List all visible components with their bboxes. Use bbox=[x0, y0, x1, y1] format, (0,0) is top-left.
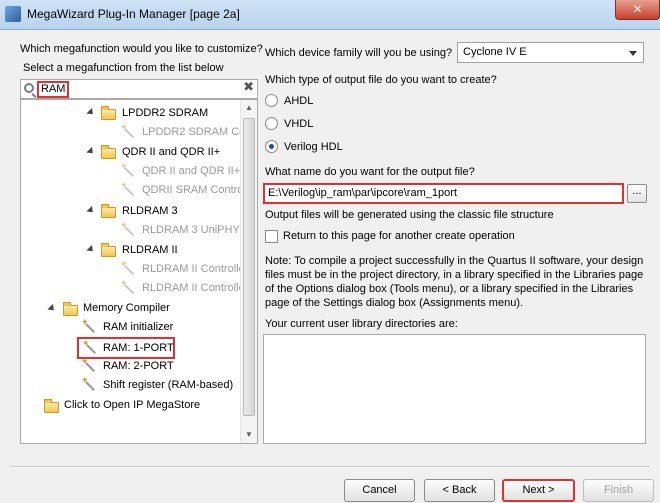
tree-item-rldram2-controller-2[interactable]: RLDRAM II Controller bbox=[142, 282, 248, 294]
cancel-button[interactable]: Cancel bbox=[344, 479, 415, 502]
device-family-select[interactable]: Cyclone IV E bbox=[457, 42, 644, 63]
clear-search-icon[interactable]: ✖ bbox=[243, 80, 254, 95]
wand-icon bbox=[120, 162, 135, 179]
app-icon bbox=[5, 6, 21, 22]
megafunction-question: Which megafunction would you like to cus… bbox=[20, 43, 263, 55]
megafunction-tree[interactable]: LPDDR2 SDRAM LPDDR2 SDRAM Cont QDR II an… bbox=[20, 99, 258, 444]
wand-icon bbox=[120, 181, 135, 198]
wand-icon bbox=[120, 260, 135, 277]
folder-icon bbox=[101, 106, 116, 120]
tree-item-memory-compiler[interactable]: Memory Compiler bbox=[83, 302, 170, 314]
radio-ahdl[interactable] bbox=[265, 94, 278, 107]
library-directories-list[interactable] bbox=[263, 334, 646, 444]
tree-item-qdr[interactable]: QDR II and QDR II+ bbox=[122, 146, 220, 158]
device-family-label: Which device family will you be using? bbox=[265, 47, 453, 59]
tree-item-qdr-controller[interactable]: QDR II and QDR II+ bbox=[142, 165, 240, 177]
tree-item-rldram3[interactable]: RLDRAM 3 bbox=[122, 205, 178, 217]
wand-icon bbox=[120, 221, 135, 238]
tree-item-rldram3-uniphy[interactable]: RLDRAM 3 UniPHY v1 bbox=[142, 224, 254, 236]
output-file-input[interactable]: E:\Verilog\ip_ram\par\ipcore\ram_1port bbox=[263, 183, 624, 204]
dropdown-arrow-icon bbox=[629, 51, 637, 56]
scroll-thumb[interactable] bbox=[243, 118, 255, 416]
compile-note: Note: To compile a project successfully … bbox=[265, 255, 644, 309]
close-button[interactable]: ✕ bbox=[615, 0, 660, 20]
wand-icon bbox=[81, 376, 96, 393]
ram-1port-label: RAM: 1-PORT bbox=[103, 342, 174, 354]
next-button[interactable]: Next > bbox=[502, 479, 575, 502]
radio-vhdl-label[interactable]: VHDL bbox=[284, 118, 313, 130]
output-file-value: E:\Verilog\ip_ram\par\ipcore\ram_1port bbox=[268, 187, 457, 199]
separator bbox=[10, 466, 650, 468]
collapse-arrow-icon[interactable] bbox=[86, 205, 96, 216]
title-bar: MegaWizard Plug-In Manager [page 2a] ✕ bbox=[0, 0, 660, 30]
device-family-value: Cyclone IV E bbox=[463, 46, 527, 58]
search-icon bbox=[24, 83, 34, 93]
return-checkbox[interactable] bbox=[265, 230, 278, 243]
folder-icon bbox=[101, 204, 116, 218]
back-button[interactable]: < Back bbox=[424, 479, 495, 502]
radio-vhdl[interactable] bbox=[265, 117, 278, 130]
tree-item-ram-initializer[interactable]: RAM initializer bbox=[103, 321, 173, 333]
folder-icon bbox=[63, 302, 78, 316]
radio-ahdl-label[interactable]: AHDL bbox=[284, 95, 313, 107]
tree-item-shift-register[interactable]: Shift register (RAM-based) bbox=[103, 379, 233, 391]
return-checkbox-label[interactable]: Return to this page for another create o… bbox=[283, 230, 515, 242]
tree-item-ram-2port[interactable]: RAM: 2-PORT bbox=[103, 360, 174, 372]
wand-icon bbox=[82, 339, 97, 356]
wand-icon bbox=[81, 357, 96, 374]
file-structure-note: Output files will be generated using the… bbox=[265, 209, 554, 221]
output-name-label: What name do you want for the output fil… bbox=[265, 166, 475, 178]
tree-item-lpddr2-controller[interactable]: LPDDR2 SDRAM Cont bbox=[142, 126, 254, 138]
collapse-arrow-icon[interactable] bbox=[86, 146, 96, 157]
megafunction-instruction: Select a megafunction from the list belo… bbox=[23, 62, 224, 74]
folder-icon bbox=[101, 243, 116, 257]
window-title: MegaWizard Plug-In Manager [page 2a] bbox=[27, 7, 240, 21]
tree-item-ip-megastore[interactable]: Click to Open IP MegaStore bbox=[64, 399, 200, 411]
tree-item-ram-1port[interactable]: RAM: 1-PORT bbox=[77, 337, 175, 359]
wand-icon bbox=[120, 279, 135, 296]
search-box[interactable]: RAM ✖ bbox=[20, 79, 258, 99]
folder-icon bbox=[44, 399, 59, 413]
collapse-arrow-icon[interactable] bbox=[47, 303, 57, 314]
tree-item-rldram2-controller-1[interactable]: RLDRAM II Controller bbox=[142, 263, 248, 275]
tree-item-lpddr2[interactable]: LPDDR2 SDRAM bbox=[122, 107, 208, 119]
radio-verilog-label[interactable]: Verilog HDL bbox=[284, 141, 343, 153]
scroll-down-arrow-icon[interactable]: ▼ bbox=[245, 430, 253, 439]
tree-item-rldram2[interactable]: RLDRAM II bbox=[122, 244, 178, 256]
tree-scrollbar[interactable]: ▲ ▼ bbox=[240, 100, 257, 443]
folder-icon bbox=[101, 145, 116, 159]
collapse-arrow-icon[interactable] bbox=[86, 107, 96, 118]
radio-verilog[interactable] bbox=[265, 140, 278, 153]
finish-button[interactable]: Finish bbox=[583, 479, 654, 502]
scroll-up-arrow-icon[interactable]: ▲ bbox=[245, 103, 253, 112]
browse-button[interactable]: ... bbox=[627, 184, 647, 203]
library-label: Your current user library directories ar… bbox=[265, 318, 458, 330]
output-type-label: Which type of output file do you want to… bbox=[265, 74, 497, 86]
wand-icon bbox=[120, 123, 135, 140]
search-input[interactable]: RAM bbox=[37, 81, 70, 98]
wand-icon bbox=[81, 318, 96, 335]
tree-item-qdrii-sram[interactable]: QDRII SRAM Controll bbox=[142, 184, 248, 196]
collapse-arrow-icon[interactable] bbox=[86, 244, 96, 255]
